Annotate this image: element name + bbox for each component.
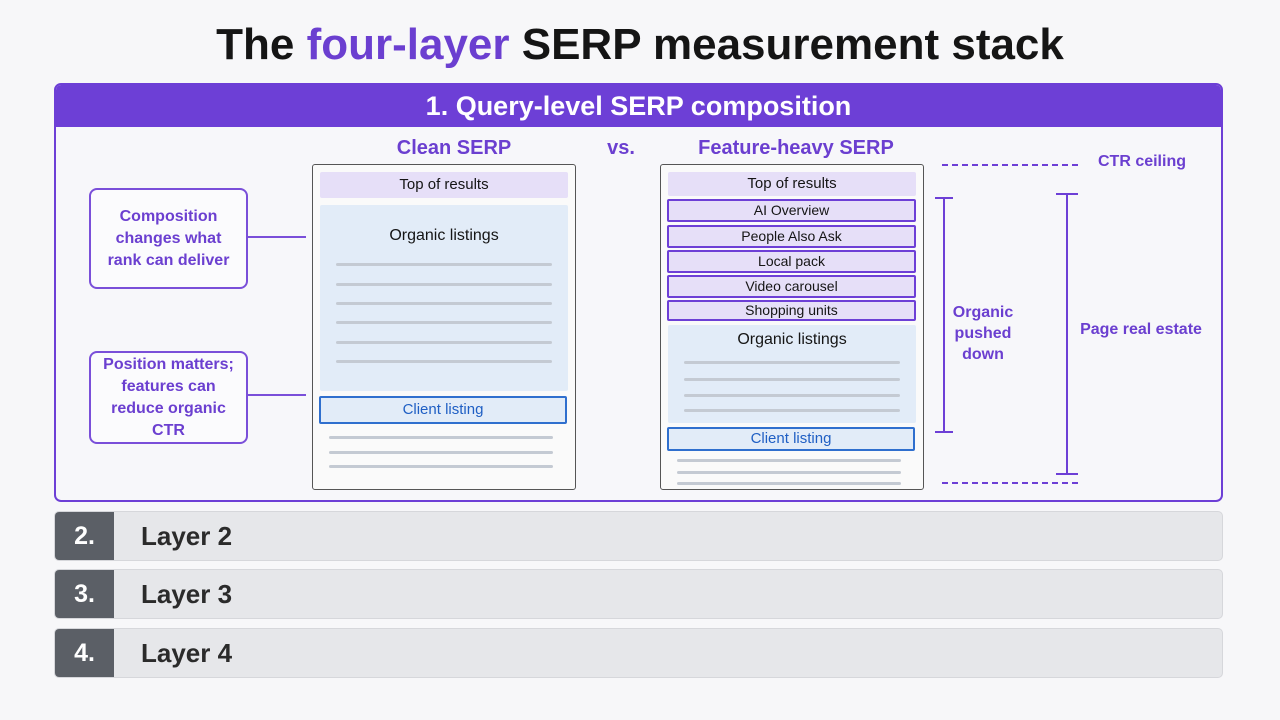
feature-local-pack: Local pack bbox=[667, 250, 916, 273]
layer-1-panel: 1. Query-level SERP composition Clean SE… bbox=[54, 83, 1223, 502]
clean-organic-line bbox=[336, 321, 552, 324]
clean-serp-title: Clean SERP bbox=[396, 137, 512, 159]
heavy-result-line bbox=[677, 482, 901, 485]
clean-organic-line bbox=[336, 263, 552, 266]
clean-organic-line bbox=[336, 341, 552, 344]
clean-client-listing: Client listing bbox=[319, 396, 567, 424]
layer-3-row[interactable]: 3. Layer 3 bbox=[54, 569, 1223, 619]
feature-ai-overview: AI Overview bbox=[667, 199, 916, 222]
heavy-organic-label: Organic listings bbox=[737, 331, 847, 348]
clean-organic-line bbox=[336, 360, 552, 363]
clean-organic-label: Organic listings bbox=[389, 227, 499, 244]
heavy-client-listing: Client listing bbox=[667, 427, 915, 451]
title-accent: four-layer bbox=[306, 20, 510, 69]
clean-result-line bbox=[329, 451, 553, 454]
page-real-estate-bracket bbox=[1066, 193, 1068, 475]
heavy-result-line bbox=[677, 471, 901, 474]
page-bottom-dashed-line bbox=[942, 482, 1078, 484]
clean-serp-mockup: Top of results Organic listings Client l… bbox=[312, 164, 576, 490]
organic-pushed-down-label: Organic pushed down bbox=[952, 304, 1014, 363]
feature-people-also-ask: People Also Ask bbox=[667, 225, 916, 248]
layer-4-label: Layer 4 bbox=[141, 637, 233, 668]
feature-video-carousel: Video carousel bbox=[667, 275, 916, 298]
feature-heavy-serp-mockup: Top of results AI Overview People Also A… bbox=[660, 164, 924, 490]
organic-pushed-bracket-bottom bbox=[935, 431, 953, 433]
callout-composition: Composition changes what rank can delive… bbox=[89, 188, 248, 289]
layer-2-number: 2. bbox=[55, 512, 114, 560]
clean-organic-line bbox=[336, 283, 552, 286]
callout-position-connector bbox=[248, 394, 306, 396]
heavy-organic-line bbox=[684, 361, 900, 364]
heavy-top-of-results: Top of results bbox=[668, 172, 916, 196]
title-suffix: SERP measurement stack bbox=[509, 20, 1064, 69]
layer-4-row[interactable]: 4. Layer 4 bbox=[54, 628, 1223, 678]
heavy-organic-line bbox=[684, 394, 900, 397]
layer-1-header: 1. Query-level SERP composition bbox=[56, 85, 1221, 127]
title-prefix: The bbox=[216, 20, 307, 69]
page-real-estate-label: Page real estate bbox=[1080, 321, 1202, 338]
heavy-result-line bbox=[677, 459, 901, 462]
layer-2-label: Layer 2 bbox=[141, 520, 233, 551]
layer-4-number: 4. bbox=[55, 629, 114, 677]
feature-heavy-serp-title: Feature-heavy SERP bbox=[698, 137, 894, 159]
clean-organic-line bbox=[336, 302, 552, 305]
ctr-ceiling-dashed-line bbox=[942, 164, 1078, 166]
callout-position: Position matters; features can reduce or… bbox=[89, 351, 248, 444]
page-title: The four-layer SERP measurement stack bbox=[0, 20, 1280, 70]
page-real-estate-bracket-bottom bbox=[1056, 473, 1078, 475]
layer-3-number: 3. bbox=[55, 570, 114, 618]
heavy-organic-line bbox=[684, 409, 900, 412]
layer-3-label: Layer 3 bbox=[141, 578, 233, 609]
clean-top-of-results: Top of results bbox=[320, 172, 568, 198]
feature-shopping-units: Shopping units bbox=[667, 300, 916, 321]
callout-composition-connector bbox=[248, 236, 306, 238]
ctr-ceiling-label: CTR ceiling bbox=[1097, 153, 1186, 170]
heavy-organic-line bbox=[684, 378, 900, 381]
heavy-organic-listings: Organic listings bbox=[668, 325, 916, 423]
clean-result-line bbox=[329, 436, 553, 439]
layer-2-row[interactable]: 2. Layer 2 bbox=[54, 511, 1223, 561]
clean-result-line bbox=[329, 465, 553, 468]
vs-label: vs. bbox=[607, 137, 635, 159]
organic-pushed-bracket bbox=[943, 197, 945, 433]
clean-organic-listings: Organic listings bbox=[320, 205, 568, 391]
